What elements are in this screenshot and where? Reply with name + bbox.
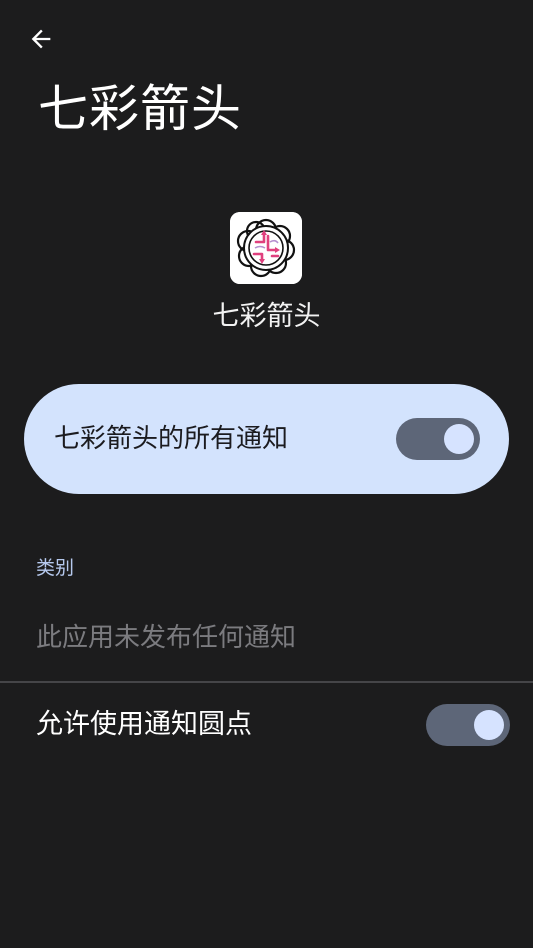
toggle-thumb — [444, 424, 474, 454]
app-logo-icon — [230, 212, 302, 284]
toggle-thumb — [474, 710, 504, 740]
notification-dots-label: 允许使用通知圆点 — [36, 709, 252, 740]
all-notifications-toggle[interactable] — [396, 418, 480, 460]
back-button[interactable] — [18, 18, 64, 64]
notification-dots-row[interactable]: 允许使用通知圆点 — [0, 683, 533, 769]
all-notifications-card[interactable]: 七彩箭头的所有通知 — [24, 384, 509, 494]
no-categories-text: 此应用未发布任何通知 — [36, 623, 297, 653]
app-name: 七彩箭头 — [212, 301, 321, 332]
categories-header: 类别 — [36, 557, 75, 579]
notification-dots-toggle[interactable] — [426, 704, 510, 746]
all-notifications-label: 七彩箭头的所有通知 — [54, 424, 289, 454]
page-title: 七彩箭头 — [38, 80, 242, 138]
arrow-back-icon — [27, 25, 55, 57]
